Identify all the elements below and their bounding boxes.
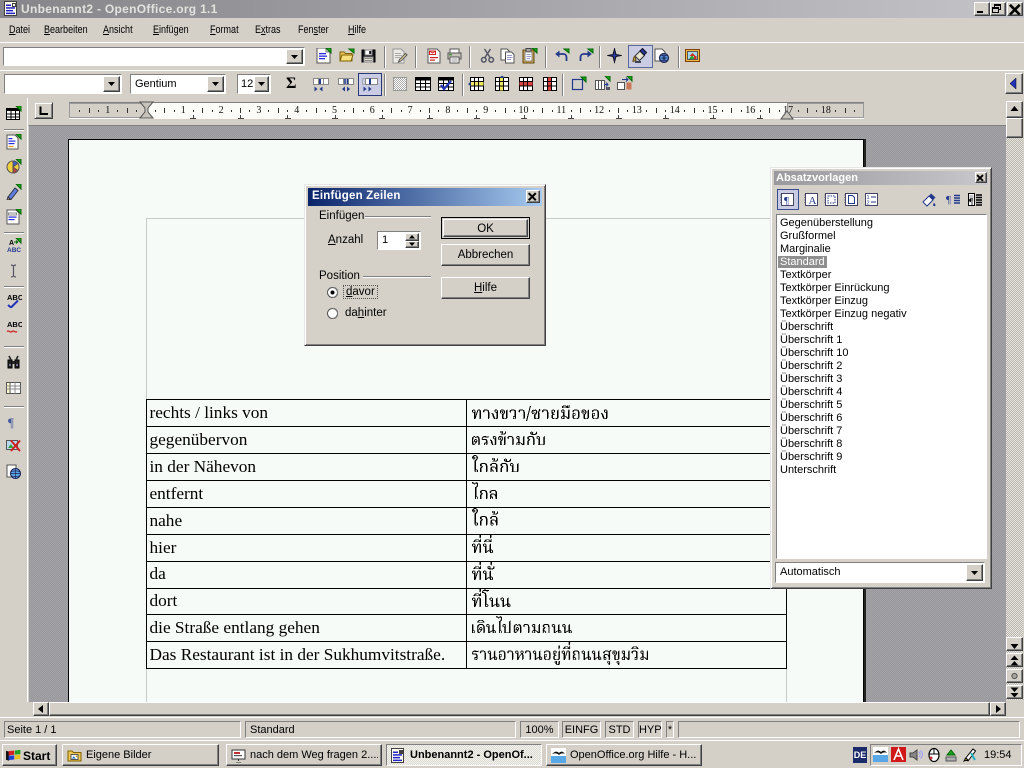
svg-text:2: 2 (867, 201, 870, 207)
svg-text:¶: ¶ (946, 194, 951, 206)
svg-text:A: A (9, 240, 14, 247)
svg-text:ABC: ABC (7, 320, 22, 329)
svg-text:¶: ¶ (8, 415, 14, 430)
svg-text:ABC: ABC (7, 293, 22, 302)
svg-text:¶: ¶ (784, 195, 789, 207)
svg-text:¶: ¶ (969, 197, 973, 207)
svg-text:ABC: ABC (7, 247, 21, 254)
svg-text:A: A (809, 195, 817, 207)
